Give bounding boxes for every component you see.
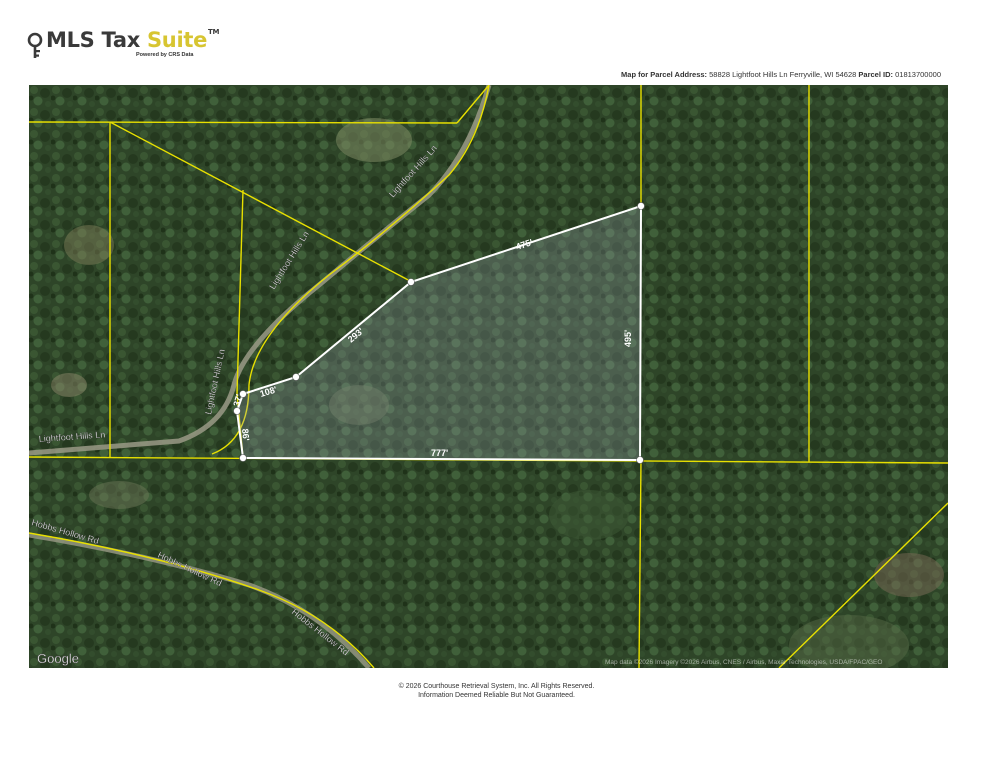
parcel-id-value: 01813700000 [895, 70, 941, 79]
dimension-label: 86' [240, 428, 251, 441]
logo-brand: MLS Tax [46, 28, 147, 52]
copyright-text: © 2026 Courthouse Retrieval System, Inc.… [398, 683, 595, 690]
disclaimer-text: Information Deemed Reliable But Not Guar… [418, 692, 575, 699]
google-logo: Google [37, 651, 79, 666]
dimension-label: 777' [431, 448, 448, 458]
parcel-vertex[interactable] [239, 454, 247, 462]
key-icon [27, 32, 43, 58]
parcel-vertex[interactable] [292, 373, 300, 381]
map-attribution: Map data ©2026 Imagery ©2026 Airbus, CNE… [605, 658, 882, 666]
logo-brand-accent: Suite [146, 28, 208, 52]
parcel-id-label: Parcel ID: [858, 70, 894, 79]
logo-title: MLS Tax SuiteTM [46, 28, 219, 52]
dimension-label: 495' [623, 330, 633, 347]
parcel-map[interactable]: Lightfoot Hills Ln Lightfoot Hills Ln Li… [29, 85, 948, 668]
parcel-vertex[interactable] [233, 407, 241, 415]
parcel-vertex[interactable] [636, 456, 644, 464]
parcel-vertex[interactable] [637, 202, 645, 210]
aerial-imagery: Lightfoot Hills Ln Lightfoot Hills Ln Li… [29, 85, 948, 668]
footer: © 2026 Courthouse Retrieval System, Inc.… [0, 682, 993, 700]
address-value: 58828 Lightfoot Hills Ln Ferryville, WI … [709, 70, 857, 79]
trademark-mark: TM [208, 28, 220, 36]
powered-by-text: Powered by CRS Data [136, 52, 194, 58]
address-label: Map for Parcel Address: [621, 70, 708, 79]
parcel-vertex[interactable] [407, 278, 415, 286]
parcel-header: Map for Parcel Address: 58828 Lightfoot … [621, 70, 941, 79]
